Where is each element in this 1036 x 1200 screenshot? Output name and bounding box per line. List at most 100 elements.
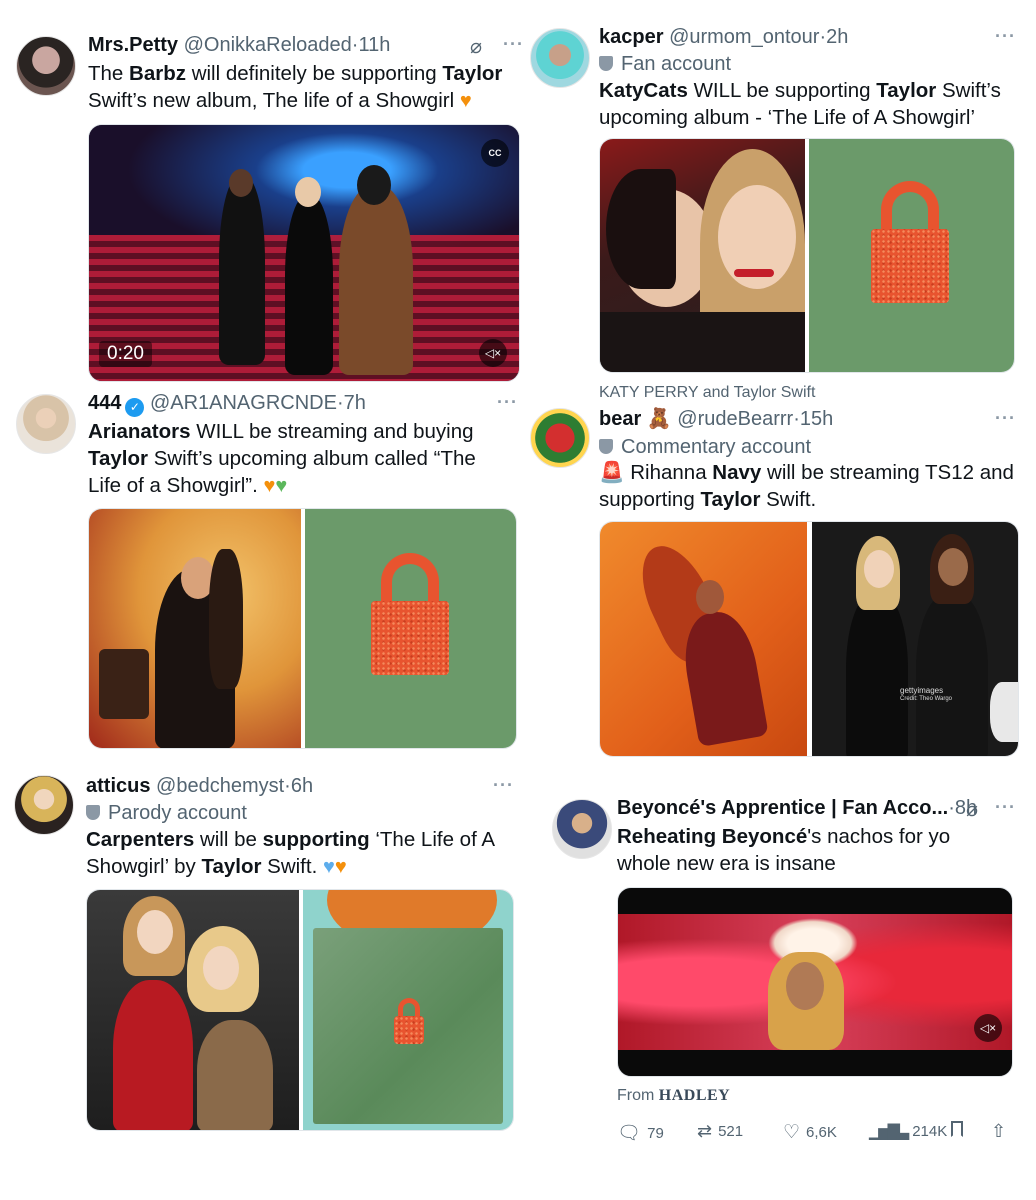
- reply-icon: 🗨: [617, 1123, 642, 1144]
- teddy-bear-emoji: 🧸: [646, 408, 672, 430]
- hadley-logo: HADLEY: [658, 1087, 731, 1104]
- tweet-header: bear 🧸 @rudeBearrr·15h: [599, 408, 834, 430]
- display-name[interactable]: 444: [88, 392, 121, 414]
- timestamp[interactable]: 7h: [344, 392, 366, 414]
- getty-watermark: gettyimages Credit: Theo Wargo: [900, 686, 952, 704]
- tweet-mrs-petty[interactable]: Mrs.Petty @OnikkaReloaded·11h ⌀ ··· The …: [0, 0, 530, 390]
- person-figure: [916, 592, 988, 756]
- person-figure: [113, 980, 193, 1130]
- tweet-bear[interactable]: bear 🧸 @rudeBearrr·15h ··· Commentary ac…: [530, 405, 1036, 765]
- photo-taylor-sabrina[interactable]: [87, 890, 299, 1130]
- source-attribution[interactable]: From HADLEY: [617, 1087, 730, 1105]
- avatar[interactable]: [552, 799, 612, 859]
- tweet-header: 444 ✓ @AR1ANAGRCNDE·7h: [88, 390, 366, 417]
- person-figure: [197, 1020, 273, 1130]
- tweet-header: Mrs.Petty @OnikkaReloaded·11h: [88, 34, 391, 56]
- display-name[interactable]: kacper: [599, 26, 664, 48]
- grok-icon[interactable]: ⌀: [470, 34, 483, 59]
- tweet-text: Reheating Beyoncé's nachos for yo whole …: [617, 825, 951, 875]
- tweet-kacper[interactable]: kacper @urmom_ontour·2h ··· Fan account …: [530, 0, 1036, 405]
- person-figure: [846, 592, 908, 756]
- tweet-beyonce-apprentice[interactable]: Beyoncé's Apprentice | Fan Acco...·8h ⌀ …: [530, 765, 1036, 1200]
- views-button[interactable]: ▁▅▇▃ 214K: [869, 1121, 947, 1141]
- reply-button[interactable]: 🗨 79: [617, 1121, 664, 1145]
- tweet-444[interactable]: 444 ✓ @AR1ANAGRCNDE·7h ··· Arianators WIL…: [0, 390, 530, 760]
- orange-heart-emoji: ♥: [263, 475, 276, 497]
- action-bar: 🗨 79 ⇄ 521 ♡ 6,6K ▁▅▇▃ 214K ⇧: [617, 1121, 1017, 1149]
- timestamp[interactable]: 15h: [800, 408, 833, 430]
- tweet-text: Arianators WILL be streaming and buying …: [88, 420, 476, 497]
- avatar[interactable]: [16, 36, 76, 96]
- display-name[interactable]: Beyoncé's Apprentice | Fan Acco...: [617, 797, 948, 819]
- image-pair[interactable]: [599, 138, 1015, 373]
- photo-taylor-rihanna[interactable]: gettyimages Credit: Theo Wargo: [812, 522, 1018, 756]
- avatar[interactable]: [14, 775, 74, 835]
- image-pair[interactable]: gettyimages Credit: Theo Wargo: [599, 521, 1019, 757]
- orange-heart-emoji: ♥: [334, 856, 347, 878]
- photo-album-lock[interactable]: [809, 139, 1014, 372]
- person-figure: [285, 195, 333, 375]
- tweet-header: atticus @bedchemyst·6h: [86, 775, 314, 797]
- tweet-text: The Barbz will definitely be supporting …: [88, 62, 503, 112]
- timestamp[interactable]: 11h: [358, 34, 390, 56]
- grok-icon[interactable]: ⌀: [966, 797, 979, 822]
- display-name[interactable]: bear: [599, 408, 641, 430]
- person-figure: [677, 606, 769, 748]
- getty-credit: Credit: Theo Wargo: [900, 696, 953, 702]
- person-figure: [219, 175, 265, 365]
- blue-heart-emoji: ♥: [322, 856, 335, 878]
- lock-icon: [871, 181, 949, 303]
- image-pair[interactable]: [86, 889, 514, 1131]
- media-caption: KATY PERRY and Taylor Swift: [599, 384, 816, 401]
- timestamp[interactable]: 6h: [291, 775, 313, 797]
- handle[interactable]: @bedchemyst: [156, 775, 284, 797]
- tweet-text: 🚨 Rihanna Navy will be streaming TS12 an…: [599, 461, 1014, 511]
- avatar[interactable]: [530, 408, 590, 468]
- lock-icon: [394, 998, 424, 1044]
- more-options-icon[interactable]: ···: [493, 775, 514, 796]
- share-icon: ⇧: [991, 1121, 1007, 1141]
- photo-katy-taylor[interactable]: [600, 139, 805, 372]
- account-label: Parody account: [86, 800, 247, 826]
- photo-album-vinyl[interactable]: [303, 890, 513, 1130]
- photo-ariana[interactable]: [89, 509, 301, 748]
- verified-badge-icon: ✓: [125, 398, 145, 417]
- video-duration: 0:20: [99, 341, 152, 367]
- handle[interactable]: @urmom_ontour: [669, 26, 819, 48]
- tweet-text: KatyCats WILL be supporting Taylor Swift…: [599, 79, 1001, 129]
- repost-icon: ⇄: [697, 1121, 713, 1141]
- video-player[interactable]: CC 0:20 ◁×: [88, 124, 520, 382]
- closed-captions-button[interactable]: CC: [481, 139, 509, 167]
- more-options-icon[interactable]: ···: [995, 797, 1016, 818]
- display-name[interactable]: atticus: [86, 775, 150, 797]
- badge-icon: [86, 805, 100, 820]
- heart-icon: ♡: [783, 1122, 801, 1143]
- timestamp[interactable]: 2h: [826, 26, 848, 48]
- mute-icon[interactable]: ◁×: [974, 1014, 1002, 1042]
- tweet-atticus[interactable]: atticus @bedchemyst·6h ··· Parody accoun…: [0, 765, 530, 1200]
- orange-heart-emoji: ♥: [459, 90, 472, 112]
- share-button[interactable]: ⇧: [991, 1121, 1006, 1142]
- photo-album-lock[interactable]: [305, 509, 516, 748]
- siren-emoji: 🚨: [599, 461, 625, 484]
- bookmark-button[interactable]: [951, 1121, 963, 1137]
- more-options-icon[interactable]: ···: [995, 26, 1016, 47]
- video-player[interactable]: ◁×: [617, 887, 1013, 1077]
- account-label: Fan account: [599, 51, 731, 77]
- repost-button[interactable]: ⇄ 521: [697, 1121, 743, 1142]
- getty-logo: gettyimages: [900, 686, 944, 695]
- image-pair[interactable]: [88, 508, 517, 749]
- like-button[interactable]: ♡ 6,6K: [783, 1121, 837, 1144]
- handle[interactable]: @rudeBearrr: [677, 408, 793, 430]
- more-options-icon[interactable]: ···: [503, 34, 524, 55]
- more-options-icon[interactable]: ···: [497, 392, 518, 413]
- photo-rihanna[interactable]: [600, 522, 807, 756]
- avatar[interactable]: [16, 394, 76, 454]
- display-name[interactable]: Mrs.Petty: [88, 34, 178, 56]
- badge-icon: [599, 56, 613, 71]
- handle[interactable]: @OnikkaReloaded: [184, 34, 352, 56]
- avatar[interactable]: [530, 28, 590, 88]
- handle[interactable]: @AR1ANAGRCNDE: [150, 392, 337, 414]
- more-options-icon[interactable]: ···: [995, 408, 1016, 429]
- mute-icon[interactable]: ◁×: [479, 339, 507, 367]
